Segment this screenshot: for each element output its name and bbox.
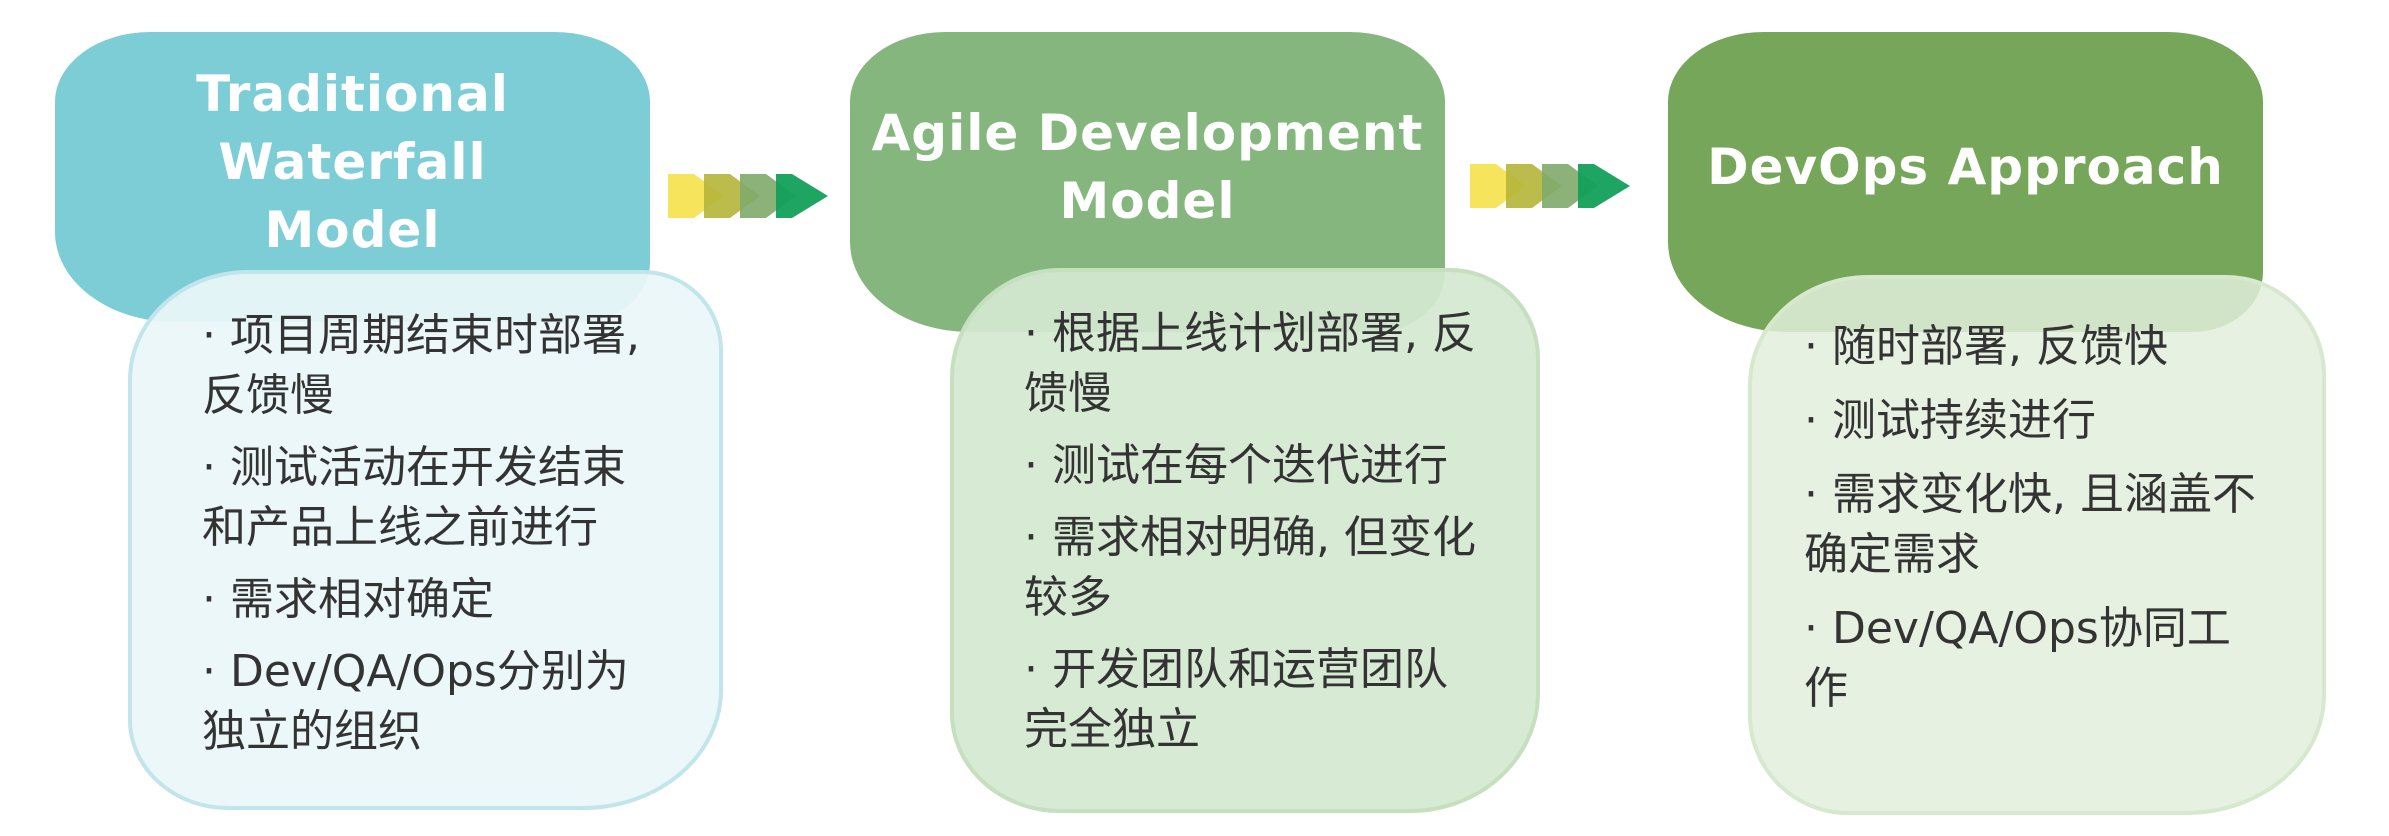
agile-title: Agile Development Model <box>871 104 1424 230</box>
agile-item-2: · 测试在每个迭代进行 <box>1024 440 1448 491</box>
agile-card: · 根据上线计划部署, 反馈慢 · 测试在每个迭代进行 · 需求相对明确, 但变… <box>950 268 1540 813</box>
devops-item-2: · 测试持续进行 <box>1804 395 2096 446</box>
agile-item-1: · 根据上线计划部署, 反馈慢 <box>1024 308 1476 419</box>
progression-arrow-1-icon <box>668 174 828 218</box>
devops-title: DevOps Approach <box>1707 138 2224 196</box>
waterfall-item-4: · Dev/QA/Ops分别为独立的组织 <box>202 646 629 757</box>
agile-item-3: · 需求相对明确, 但变化较多 <box>1024 512 1476 623</box>
devops-item-3: · 需求变化快, 且涵盖不确定需求 <box>1804 469 2256 580</box>
waterfall-item-1: · 项目周期结束时部署, 反馈慢 <box>202 310 640 421</box>
progression-arrow-2-icon <box>1470 164 1630 208</box>
devops-card: · 随时部署, 反馈快 · 测试持续进行 · 需求变化快, 且涵盖不确定需求 ·… <box>1748 275 2326 815</box>
waterfall-card: · 项目周期结束时部署, 反馈慢 · 测试活动在开发结束和产品上线之前进行 · … <box>128 270 723 810</box>
waterfall-item-2: · 测试活动在开发结束和产品上线之前进行 <box>202 442 626 553</box>
waterfall-title: Traditional Waterfall Model <box>196 65 509 259</box>
devops-item-4: · Dev/QA/Ops协同工作 <box>1804 603 2231 714</box>
agile-item-4: · 开发团队和运营团队完全独立 <box>1024 644 1448 755</box>
arrow-chevron-4 <box>776 174 828 218</box>
devops-item-1: · 随时部署, 反馈快 <box>1804 321 2168 372</box>
arrow-chevron-4 <box>1578 164 1630 208</box>
waterfall-item-3: · 需求相对确定 <box>202 574 494 625</box>
